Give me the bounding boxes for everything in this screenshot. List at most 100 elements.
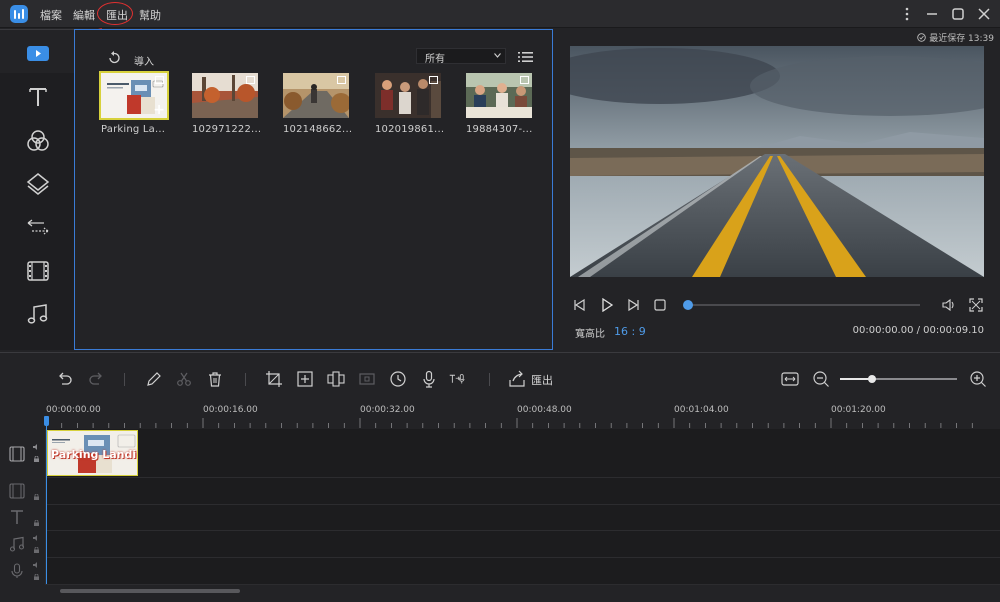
previous-frame-icon[interactable] [573, 298, 587, 312]
autosave-text: 最近保存 13:39 [929, 34, 994, 44]
next-frame-icon[interactable] [626, 298, 640, 312]
media-item[interactable]: 102148662... [283, 73, 352, 135]
video-badge-icon [337, 76, 346, 84]
chevron-down-icon [494, 53, 501, 58]
media-icon[interactable] [27, 46, 49, 61]
ruler-label: 00:01:04.00 [674, 405, 729, 415]
timecode: 00:00:00.00 / 00:00:09.10 [852, 325, 984, 336]
export-icon[interactable] [508, 370, 526, 388]
video-badge-icon [520, 76, 529, 84]
media-thumbnail[interactable] [192, 73, 258, 118]
playhead-handle[interactable] [44, 416, 49, 426]
mute-icon[interactable] [33, 562, 40, 568]
ruler-label: 00:00:16.00 [203, 405, 258, 415]
video-track-icon [9, 446, 25, 462]
media-filter-select[interactable]: 所有 [416, 48, 506, 65]
zoom-out-icon[interactable] [812, 370, 830, 388]
check-icon [917, 33, 927, 42]
lock-icon[interactable] [33, 520, 40, 526]
lock-icon[interactable] [33, 456, 40, 462]
export-button[interactable]: 匯出 [531, 372, 553, 388]
crop-icon[interactable] [265, 370, 283, 388]
delete-icon[interactable] [206, 370, 224, 388]
add-to-timeline-icon[interactable]: + [153, 103, 165, 117]
ruler-label: 00:00:00.00 [46, 405, 101, 415]
app-logo [10, 5, 28, 23]
close-icon[interactable] [975, 5, 993, 23]
speed-clock-icon[interactable] [389, 370, 407, 388]
toolbar-separator [489, 373, 490, 386]
text-track-icon [11, 510, 23, 524]
speech-to-text-icon[interactable] [449, 370, 467, 388]
maximize-icon[interactable] [949, 5, 967, 23]
toolbar-separator [245, 373, 246, 386]
lock-icon[interactable] [33, 574, 40, 580]
timeline-clip[interactable]: Parking Landing [47, 430, 138, 476]
list-view-icon[interactable] [518, 51, 533, 63]
voice-track[interactable] [46, 558, 1000, 585]
more-icon[interactable] [898, 5, 916, 23]
media-item[interactable]: 102019861... [375, 73, 445, 135]
filter-icon[interactable] [24, 127, 52, 155]
text-track[interactable] [46, 505, 1000, 531]
element-icon[interactable] [24, 257, 52, 285]
split-scissors-icon[interactable] [175, 370, 193, 388]
music-icon[interactable] [24, 300, 52, 328]
video-track[interactable] [46, 429, 1000, 478]
media-thumbnail[interactable]: + [99, 71, 169, 120]
mute-icon[interactable] [33, 444, 40, 450]
play-icon[interactable] [600, 298, 614, 312]
media-thumbnail[interactable] [466, 73, 532, 118]
menu-edit[interactable]: 編輯 [73, 7, 95, 23]
text-icon[interactable] [24, 83, 52, 111]
freeze-frame-icon[interactable] [358, 370, 376, 388]
media-item[interactable]: + Parking La... [99, 71, 169, 135]
lock-icon[interactable] [33, 547, 40, 553]
ruler-label: 00:00:48.00 [517, 405, 572, 415]
edit-pencil-icon[interactable] [145, 370, 163, 388]
transition-icon[interactable] [24, 213, 52, 241]
timeline-scrollbar[interactable] [60, 589, 240, 593]
pip-track-icon [9, 483, 25, 499]
mute-icon[interactable] [33, 535, 40, 541]
clip-title: Parking Landing [51, 448, 137, 461]
media-name: Parking La... [101, 124, 166, 135]
media-name: 102019861... [375, 124, 445, 135]
zoom-clip-icon[interactable] [296, 370, 314, 388]
music-track[interactable] [46, 531, 1000, 558]
undo-icon[interactable] [56, 370, 74, 388]
mosaic-icon[interactable] [327, 370, 345, 388]
redo-icon[interactable] [87, 370, 105, 388]
minimize-icon[interactable] [923, 5, 941, 23]
video-badge-icon [429, 76, 438, 84]
media-name: 102971222... [192, 124, 262, 135]
aspect-ratio-value[interactable]: 16 : 9 [614, 325, 646, 338]
media-item[interactable]: 19884307-... [466, 73, 532, 135]
import-button[interactable]: 導入 [134, 53, 154, 68]
menu-file[interactable]: 檔案 [40, 7, 62, 23]
media-item[interactable]: 102971222... [192, 73, 262, 135]
image-badge-icon [155, 76, 164, 84]
playback-progress[interactable] [688, 304, 920, 306]
stop-icon[interactable] [653, 298, 667, 312]
import-icon[interactable] [107, 51, 121, 64]
media-thumbnail[interactable] [283, 73, 349, 118]
aspect-ratio-label: 寬高比 [575, 329, 605, 340]
zoom-in-icon[interactable] [969, 370, 987, 388]
pip-track[interactable] [46, 478, 1000, 505]
menu-help[interactable]: 幫助 [139, 7, 161, 23]
playback-knob[interactable] [683, 300, 693, 310]
fit-timeline-icon[interactable] [781, 370, 799, 388]
overlay-icon[interactable] [24, 170, 52, 198]
video-preview [570, 46, 984, 277]
volume-icon[interactable] [942, 298, 956, 312]
ruler-label: 00:00:32.00 [360, 405, 415, 415]
lock-icon[interactable] [33, 494, 40, 500]
playhead-line[interactable] [46, 416, 47, 584]
voiceover-mic-icon[interactable] [420, 370, 438, 388]
fullscreen-icon[interactable] [969, 298, 983, 312]
ruler-label: 00:01:20.00 [831, 405, 886, 415]
media-thumbnail[interactable] [375, 73, 441, 118]
zoom-slider-knob[interactable] [868, 375, 876, 383]
voice-track-icon [11, 563, 23, 578]
